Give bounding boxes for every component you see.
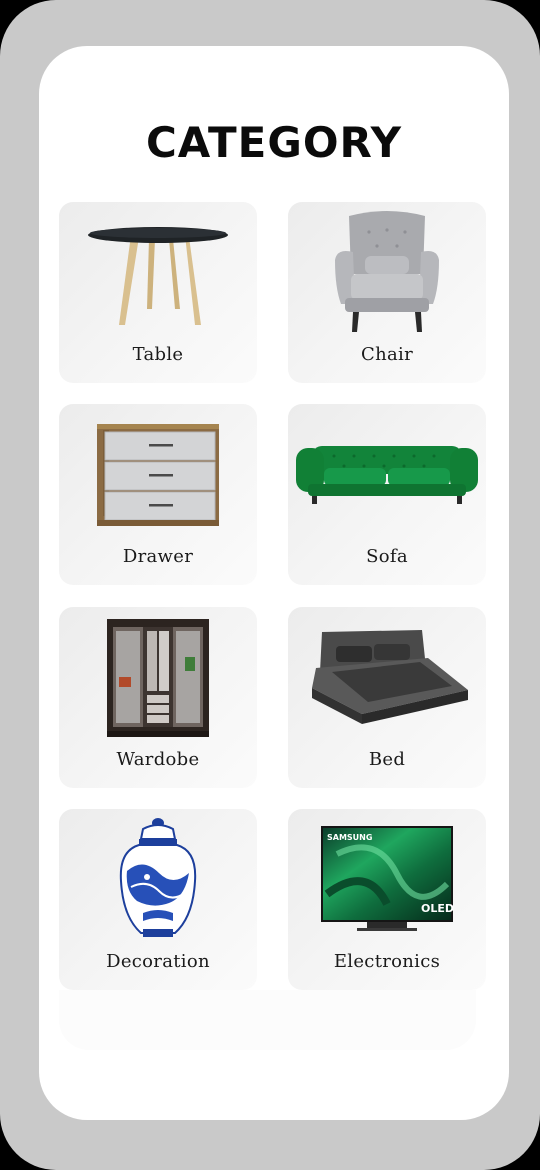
category-label: Chair <box>361 344 413 365</box>
category-card-bed[interactable]: Bed <box>288 607 486 788</box>
table-icon <box>59 208 257 338</box>
drawer-icon <box>59 410 257 540</box>
vase-icon <box>59 815 257 945</box>
tv-icon: SAMSUNG OLED <box>288 815 486 945</box>
category-label: Decoration <box>106 951 210 972</box>
category-card-drawer[interactable]: Drawer <box>59 404 257 585</box>
category-label: Electronics <box>333 951 441 972</box>
phone-frame: CATEGORY Table Chair Drawer Sofa Wardobe… <box>0 0 540 1170</box>
category-label: Wardobe <box>116 749 200 770</box>
category-label: Sofa <box>366 546 408 567</box>
category-label: Drawer <box>122 546 194 567</box>
sofa-icon <box>288 410 486 540</box>
tv-badge-text: OLED <box>421 902 454 915</box>
wardrobe-icon <box>59 613 257 743</box>
bed-icon <box>288 613 486 743</box>
armchair-icon <box>288 208 486 338</box>
category-card-decoration[interactable]: Decoration <box>59 809 257 990</box>
category-label: Bed <box>368 749 406 770</box>
category-card-table[interactable]: Table <box>59 202 257 383</box>
tv-brand-text: SAMSUNG <box>327 833 372 842</box>
category-card-chair[interactable]: Chair <box>288 202 486 383</box>
grid-footer-area <box>59 990 476 1050</box>
page-title: CATEGORY <box>145 118 403 167</box>
category-card-wardrobe[interactable]: Wardobe <box>59 607 257 788</box>
category-label: Table <box>132 344 184 365</box>
category-card-sofa[interactable]: Sofa <box>288 404 486 585</box>
category-card-electronics[interactable]: SAMSUNG OLED Electronics <box>288 809 486 990</box>
